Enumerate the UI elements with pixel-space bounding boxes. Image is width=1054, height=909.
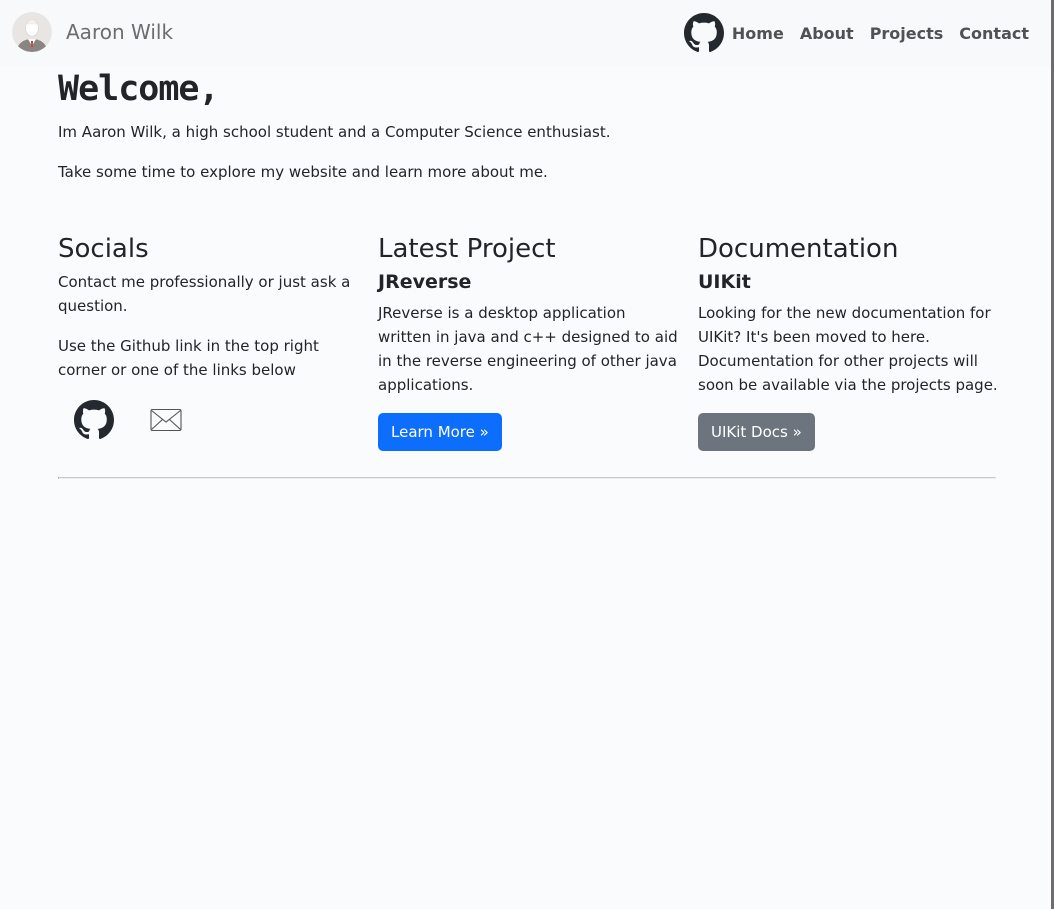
divider [58, 477, 996, 479]
project-description: JReverse is a desktop application writte… [378, 304, 678, 394]
latest-project-title: Latest Project [378, 234, 556, 264]
nav-links: Home About Projects Contact [683, 13, 1029, 53]
intro-section: Welcome, Im Aaron Wilk, a high school st… [58, 68, 998, 184]
nav-home[interactable]: Home [732, 24, 784, 43]
documentation-column: Documentation UIKit Looking for the new … [698, 232, 998, 451]
nav-contact[interactable]: Contact [959, 24, 1029, 43]
navbar: Aaron Wilk Home About Projects Contact [0, 0, 1051, 66]
project-name: JReverse [378, 271, 472, 293]
socials-text: Contact me professionally or just ask a … [58, 273, 351, 315]
documentation-title: Documentation [698, 234, 899, 264]
explore-text: Take some time to explore my website and… [58, 163, 548, 181]
uikit-docs-button[interactable]: UIKit Docs » [698, 413, 815, 451]
latest-project-column: Latest Project JReverse JReverse is a de… [378, 232, 678, 451]
doc-name: UIKit [698, 271, 751, 293]
socials-hint: Use the Github link in the top right cor… [58, 337, 319, 379]
brand-link[interactable]: Aaron Wilk [12, 12, 173, 52]
github-icon[interactable] [683, 13, 724, 53]
brand-name: Aaron Wilk [66, 20, 174, 44]
github-icon[interactable] [74, 400, 114, 440]
intro-text: Im Aaron Wilk, a high school student and… [58, 123, 611, 141]
social-links [58, 398, 358, 442]
nav-projects[interactable]: Projects [870, 24, 944, 43]
learn-more-button[interactable]: Learn More » [378, 413, 502, 451]
nav-about[interactable]: About [800, 24, 854, 43]
doc-description: Looking for the new documentation for UI… [698, 304, 998, 394]
socials-column: Socials Contact me professionally or jus… [58, 232, 358, 442]
mail-icon[interactable] [150, 408, 182, 432]
welcome-heading: Welcome, [58, 69, 220, 109]
avatar [12, 12, 52, 52]
socials-title: Socials [58, 234, 149, 264]
